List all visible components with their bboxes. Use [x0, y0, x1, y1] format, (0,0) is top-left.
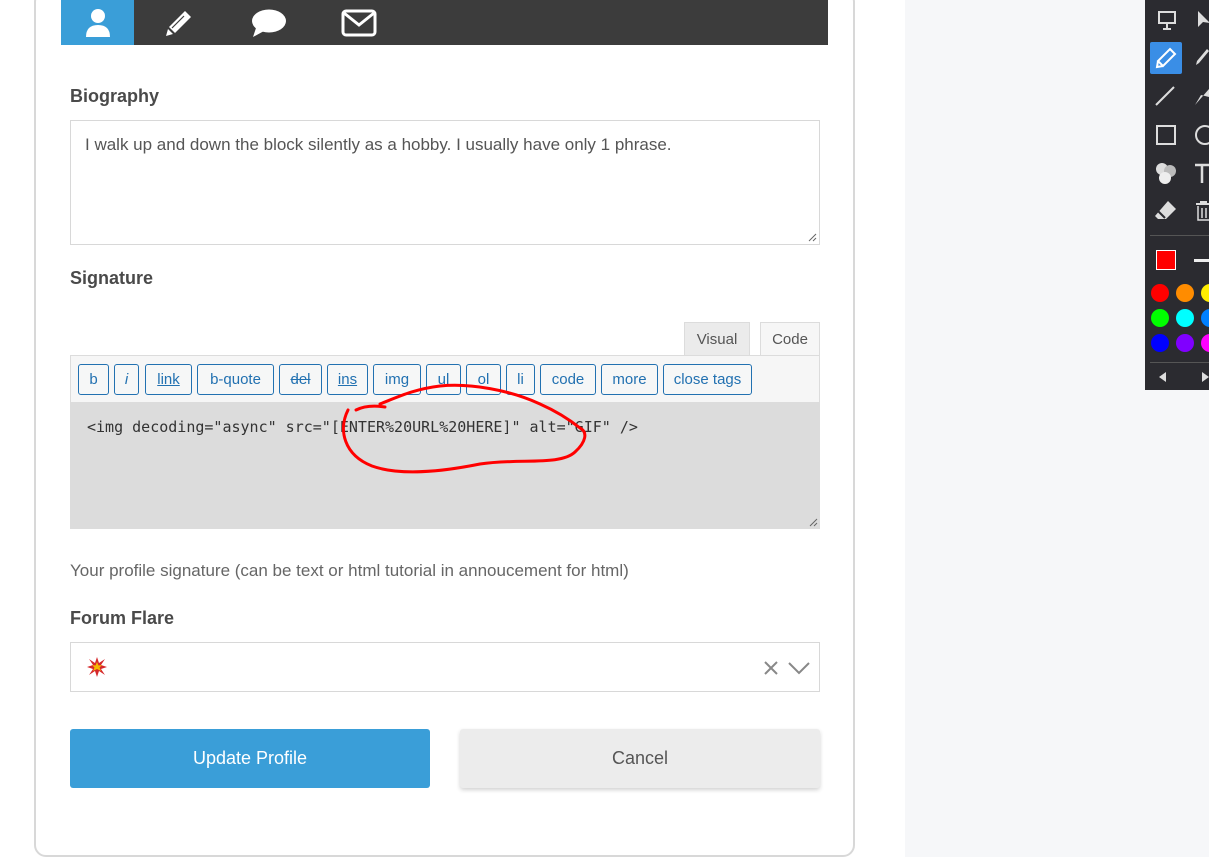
clear-selection-icon[interactable]	[763, 660, 779, 676]
color-cyan[interactable]	[1176, 309, 1194, 327]
quicktag-li-button[interactable]: li	[506, 364, 535, 395]
color-orange[interactable]	[1176, 284, 1194, 302]
signature-label: Signature	[70, 268, 154, 288]
quicktag-ins-button[interactable]: ins	[327, 364, 368, 395]
profile-tab-bar	[61, 0, 828, 45]
quicktag-ul-button[interactable]: ul	[426, 364, 461, 395]
color-red[interactable]	[1151, 284, 1169, 302]
collapse-left-icon[interactable]	[1157, 371, 1167, 383]
quicktags-toolbar: b i link b-quote del ins img ul ol li co…	[70, 355, 820, 402]
quicktag-img-button[interactable]: img	[373, 364, 421, 395]
quicktag-bquote-button[interactable]: b-quote	[197, 364, 274, 395]
cancel-button[interactable]: Cancel	[460, 729, 820, 788]
text-tool-icon[interactable]	[1193, 161, 1209, 185]
quicktag-del-button[interactable]: del	[279, 364, 322, 395]
resize-grip-icon[interactable]	[809, 518, 818, 527]
tab-mail[interactable]	[314, 0, 404, 45]
tab-profile[interactable]	[61, 0, 134, 45]
signature-code-textarea[interactable]: <img decoding="async" src="[ENTER%20URL%…	[70, 402, 820, 529]
expand-right-icon[interactable]	[1201, 371, 1209, 383]
annotation-toolbar	[1145, 0, 1209, 390]
numbered-stamp-icon[interactable]	[1154, 161, 1178, 185]
presentation-icon[interactable]	[1156, 9, 1178, 31]
quicktag-code-button[interactable]: code	[540, 364, 596, 395]
current-color-swatch[interactable]	[1156, 250, 1176, 270]
rectangle-tool-icon[interactable]	[1155, 124, 1177, 146]
biography-label: Biography	[70, 86, 160, 106]
editor-tab-code[interactable]: Code	[760, 322, 820, 356]
forum-flare-label: Forum Flare	[70, 608, 175, 628]
quicktag-link-button[interactable]: link	[145, 364, 192, 395]
stroke-width-indicator[interactable]	[1194, 259, 1209, 262]
quicktag-ol-button[interactable]: ol	[466, 364, 501, 395]
biography-text: I walk up and down the block silently as…	[85, 135, 672, 154]
biography-textarea[interactable]: I walk up and down the block silently as…	[70, 120, 820, 245]
trash-icon[interactable]	[1195, 200, 1209, 222]
color-magenta[interactable]	[1201, 334, 1209, 352]
pen-tool-active[interactable]	[1150, 42, 1182, 74]
toolbar-divider	[1150, 362, 1209, 363]
color-light-blue[interactable]	[1201, 309, 1209, 327]
quicktag-more-button[interactable]: more	[601, 364, 658, 395]
user-icon	[85, 8, 110, 37]
ellipse-tool-icon[interactable]	[1193, 124, 1209, 146]
pencil-icon	[1155, 47, 1177, 69]
marker-icon[interactable]	[1193, 47, 1209, 69]
quicktag-italic-button[interactable]: i	[114, 364, 139, 395]
arrow-tool-icon[interactable]	[1193, 85, 1209, 107]
line-tool-icon[interactable]	[1154, 85, 1176, 107]
forum-flare-select[interactable]	[70, 642, 820, 692]
toolbar-divider	[1150, 235, 1209, 236]
quicktag-bold-button[interactable]: b	[78, 364, 109, 395]
tab-messages[interactable]	[224, 0, 314, 45]
signature-code-text: <img decoding="async" src="[ENTER%20URL%…	[87, 418, 638, 436]
color-blue[interactable]	[1151, 334, 1169, 352]
chevron-down-icon[interactable]	[787, 661, 811, 675]
explosion-icon	[87, 657, 107, 677]
resize-grip-icon[interactable]	[808, 233, 817, 242]
envelope-icon	[341, 9, 377, 36]
pencil-icon	[166, 10, 191, 36]
editor-tab-visual[interactable]: Visual	[684, 322, 750, 356]
color-purple[interactable]	[1176, 334, 1194, 352]
signature-hint: Your profile signature (can be text or h…	[70, 561, 629, 580]
color-green[interactable]	[1151, 309, 1169, 327]
cursor-arrow-icon[interactable]	[1195, 9, 1209, 31]
eraser-icon[interactable]	[1154, 199, 1178, 221]
quicktag-close-tags-button[interactable]: close tags	[663, 364, 752, 395]
speech-bubble-icon	[252, 9, 286, 37]
update-profile-button[interactable]: Update Profile	[70, 729, 430, 788]
tab-edit[interactable]	[134, 0, 224, 45]
color-yellow[interactable]	[1201, 284, 1209, 302]
